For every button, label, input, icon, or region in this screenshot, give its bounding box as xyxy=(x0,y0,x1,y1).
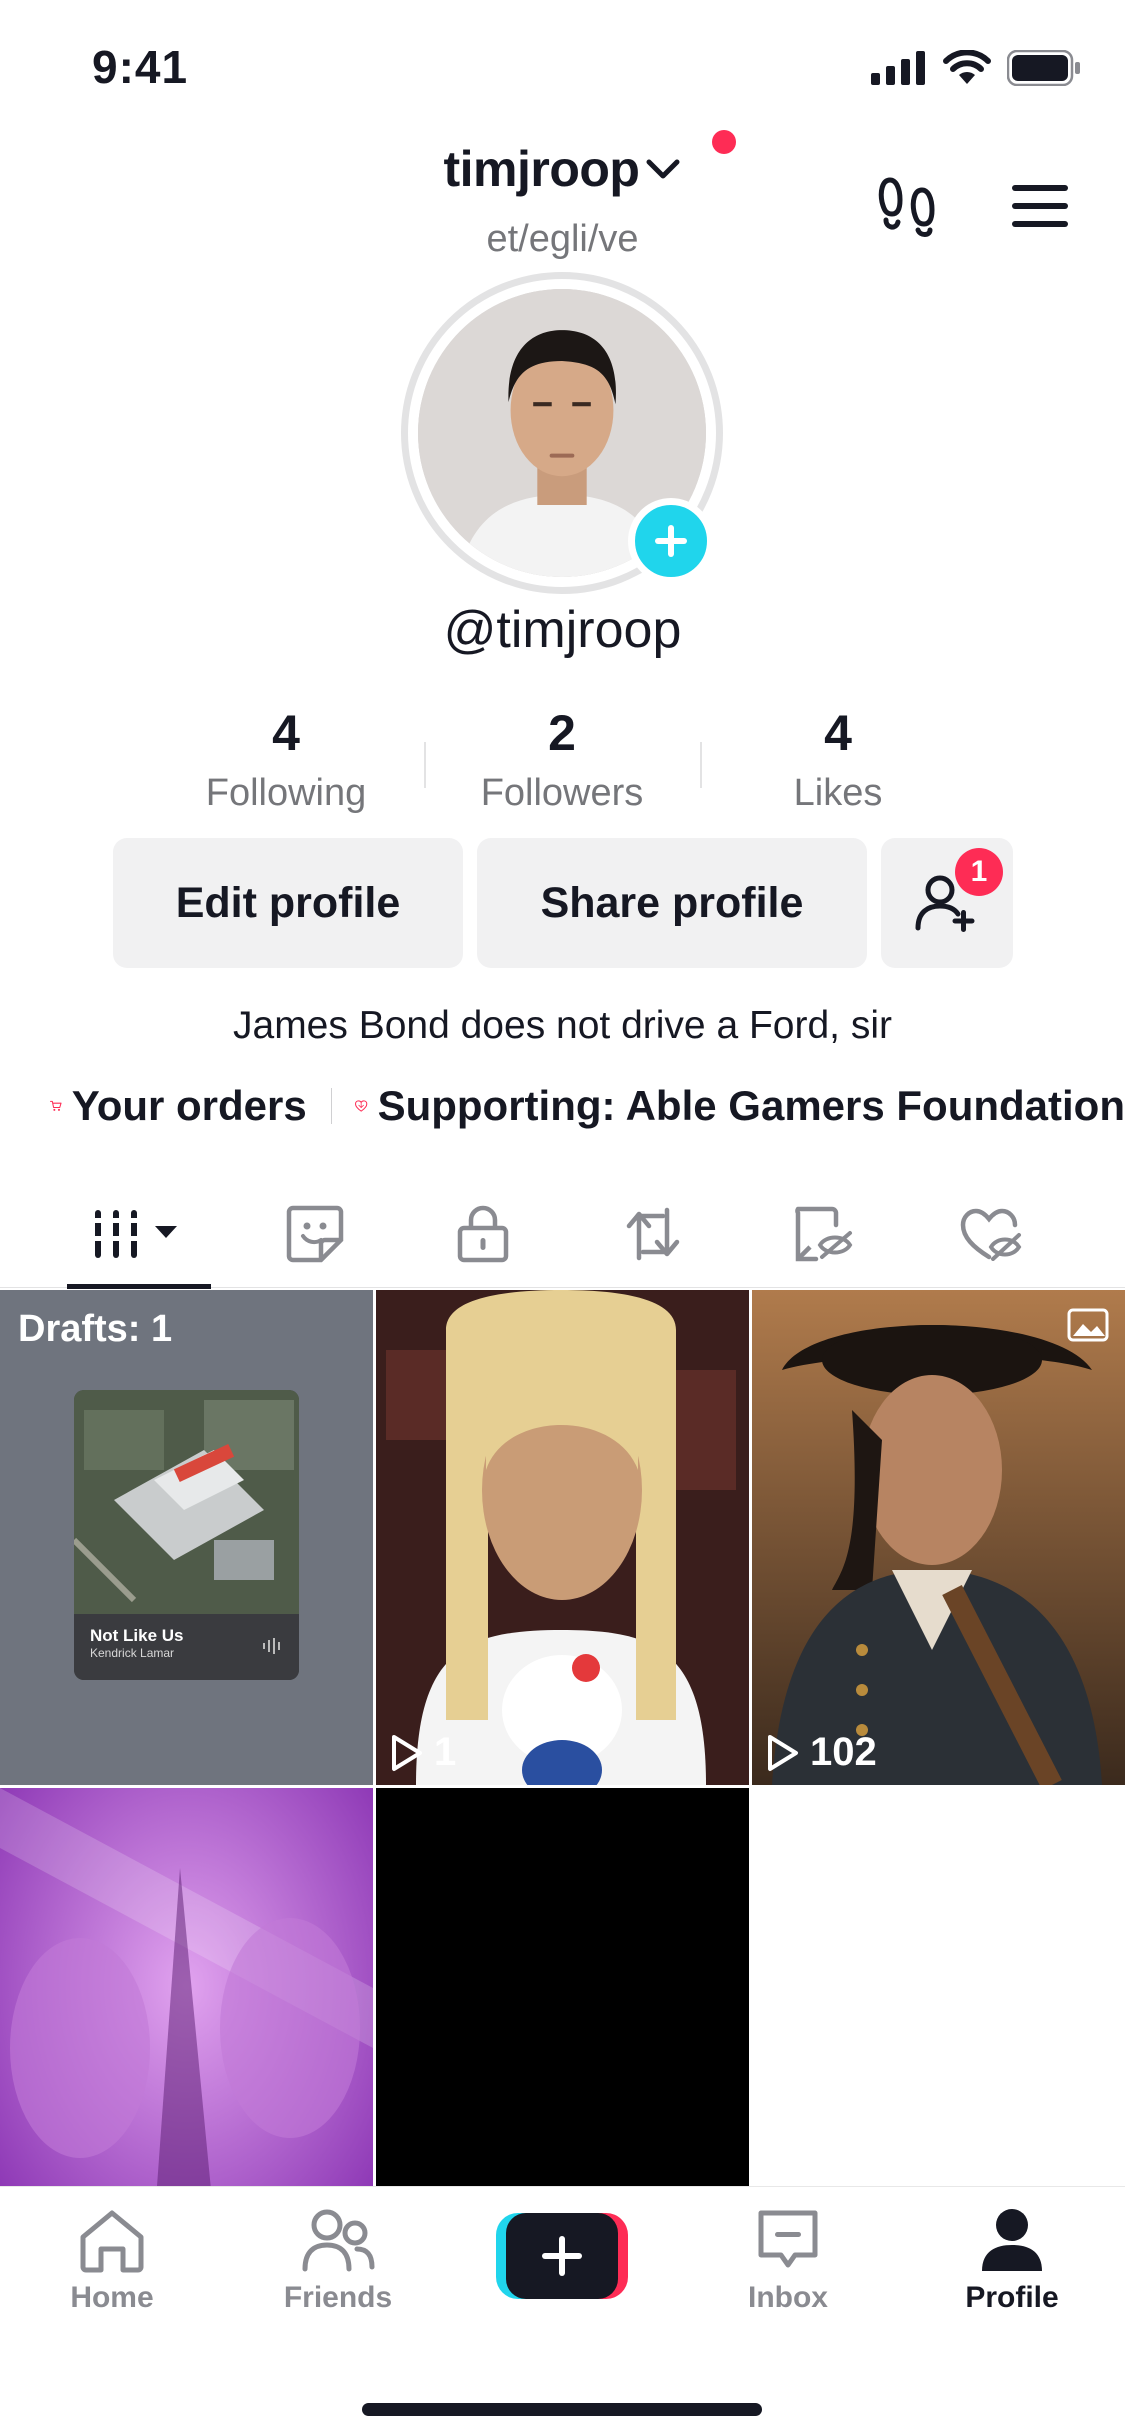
profile-icon xyxy=(982,2209,1042,2271)
tab-liked[interactable] xyxy=(906,1180,1076,1288)
audio-wave-icon xyxy=(263,1638,280,1654)
play-icon xyxy=(768,1734,798,1771)
home-indicator xyxy=(362,2403,762,2416)
active-tab-indicator xyxy=(67,1284,211,1289)
draft-thumbnail: Not Like Us Kendrick Lamar xyxy=(74,1390,299,1680)
menu-button[interactable] xyxy=(1000,166,1080,246)
repost-icon xyxy=(626,1207,680,1261)
account-switcher[interactable]: timjroop xyxy=(0,140,1125,198)
video-thumbnail[interactable]: 1 xyxy=(376,1290,749,1785)
handle: @timjroop xyxy=(443,601,682,659)
create-button[interactable] xyxy=(496,2213,628,2299)
stat-label: Following xyxy=(205,772,367,814)
chevron-down-icon xyxy=(646,159,680,179)
tab-hidden-videos[interactable] xyxy=(738,1180,908,1288)
stat-value: 4 xyxy=(272,705,300,761)
nav-label: Home xyxy=(70,2281,154,2314)
video-thumbnail[interactable]: 102 xyxy=(752,1290,1125,1785)
profile-links: Your orders Supporting: Able Gamers Foun… xyxy=(50,1076,1125,1136)
wifi-icon xyxy=(943,50,991,84)
nav-profile[interactable]: Profile xyxy=(932,2207,1092,2315)
stat-followers[interactable]: 2 Followers xyxy=(422,702,702,815)
draft-music-card: Not Like Us Kendrick Lamar xyxy=(74,1614,299,1680)
photo-mode-icon xyxy=(1067,1308,1109,1342)
stats-row: 4 Following 2 Followers 4 Likes xyxy=(0,702,1125,822)
friend-request-badge: 1 xyxy=(955,848,1003,896)
status-time: 9:41 xyxy=(92,41,189,93)
hidden-heart-icon xyxy=(960,1208,1022,1261)
add-friends-button[interactable]: 1 xyxy=(881,838,1013,968)
stat-value: 4 xyxy=(824,705,852,761)
draft-music-title: Not Like Us xyxy=(90,1626,184,1645)
signal-icon xyxy=(871,51,925,85)
bio: James Bond does not drive a Ford, sir xyxy=(233,1004,892,1047)
nav-label: Friends xyxy=(283,2281,393,2314)
add-avatar-button[interactable] xyxy=(628,498,714,584)
profile-header: timjroop et/egli/ve xyxy=(0,130,1125,260)
status-icons xyxy=(871,50,1081,86)
stat-label: Followers xyxy=(480,772,644,814)
view-count-value: 1 xyxy=(434,1730,457,1774)
create-button-face xyxy=(506,2213,618,2299)
hamburger-menu-icon xyxy=(1012,185,1068,227)
lock-icon xyxy=(457,1205,509,1263)
hidden-video-icon xyxy=(795,1206,853,1262)
view-count: 102 xyxy=(766,1730,877,1775)
profile-views-button[interactable] xyxy=(868,166,948,246)
sticker-icon xyxy=(286,1205,344,1263)
bottom-nav: Home Friends Inbox Profile xyxy=(0,2186,1125,2436)
drafts-label: Drafts: 1 xyxy=(18,1308,173,1350)
stat-label: Likes xyxy=(793,772,883,814)
footprints-icon xyxy=(878,177,935,237)
grid-icon xyxy=(93,1210,177,1258)
supporting-link[interactable]: Supporting: Able Gamers Foundation xyxy=(378,1082,1125,1130)
notification-dot xyxy=(712,130,736,154)
plus-icon xyxy=(655,525,687,557)
tab-videos[interactable] xyxy=(54,1180,224,1288)
edit-profile-button[interactable]: Edit profile xyxy=(113,838,463,968)
nav-label: Inbox xyxy=(748,2281,828,2314)
orders-link[interactable]: Your orders xyxy=(72,1082,307,1130)
link-divider xyxy=(330,1088,332,1124)
nav-label: Profile xyxy=(965,2281,1059,2314)
tab-private[interactable] xyxy=(398,1180,568,1288)
video-preview-image xyxy=(376,1290,749,1785)
view-count-value: 102 xyxy=(810,1730,877,1774)
tab-reposts[interactable] xyxy=(568,1180,738,1288)
nav-inbox[interactable]: Inbox xyxy=(708,2207,868,2315)
drafts-tile[interactable]: Drafts: 1 Not Like Us Kendrick Lamar xyxy=(0,1290,373,1785)
content-tabs xyxy=(0,1180,1125,1289)
stat-likes[interactable]: 4 Likes xyxy=(698,702,978,815)
friends-icon xyxy=(302,2209,375,2272)
stat-following[interactable]: 4 Following xyxy=(146,702,426,815)
play-icon xyxy=(392,1734,422,1771)
cart-icon xyxy=(50,1100,62,1111)
view-count: 1 xyxy=(390,1730,456,1775)
battery-icon xyxy=(1007,50,1080,86)
share-profile-button[interactable]: Share profile xyxy=(477,838,867,968)
plus-icon xyxy=(542,2236,582,2276)
draft-music-artist: Kendrick Lamar xyxy=(90,1646,175,1660)
tab-stickers[interactable] xyxy=(230,1180,400,1288)
status-bar: 9:41 xyxy=(0,0,1125,130)
aerial-map-image xyxy=(74,1390,299,1615)
inbox-icon xyxy=(758,2210,818,2268)
home-icon xyxy=(80,2210,144,2273)
nav-home[interactable]: Home xyxy=(32,2207,192,2315)
video-preview-image xyxy=(752,1290,1125,1785)
stat-value: 2 xyxy=(548,705,576,761)
charity-heart-icon xyxy=(355,1100,368,1112)
nav-friends[interactable]: Friends xyxy=(258,2207,418,2315)
username: timjroop xyxy=(443,141,640,197)
pronouns: et/egli/ve xyxy=(486,218,639,260)
